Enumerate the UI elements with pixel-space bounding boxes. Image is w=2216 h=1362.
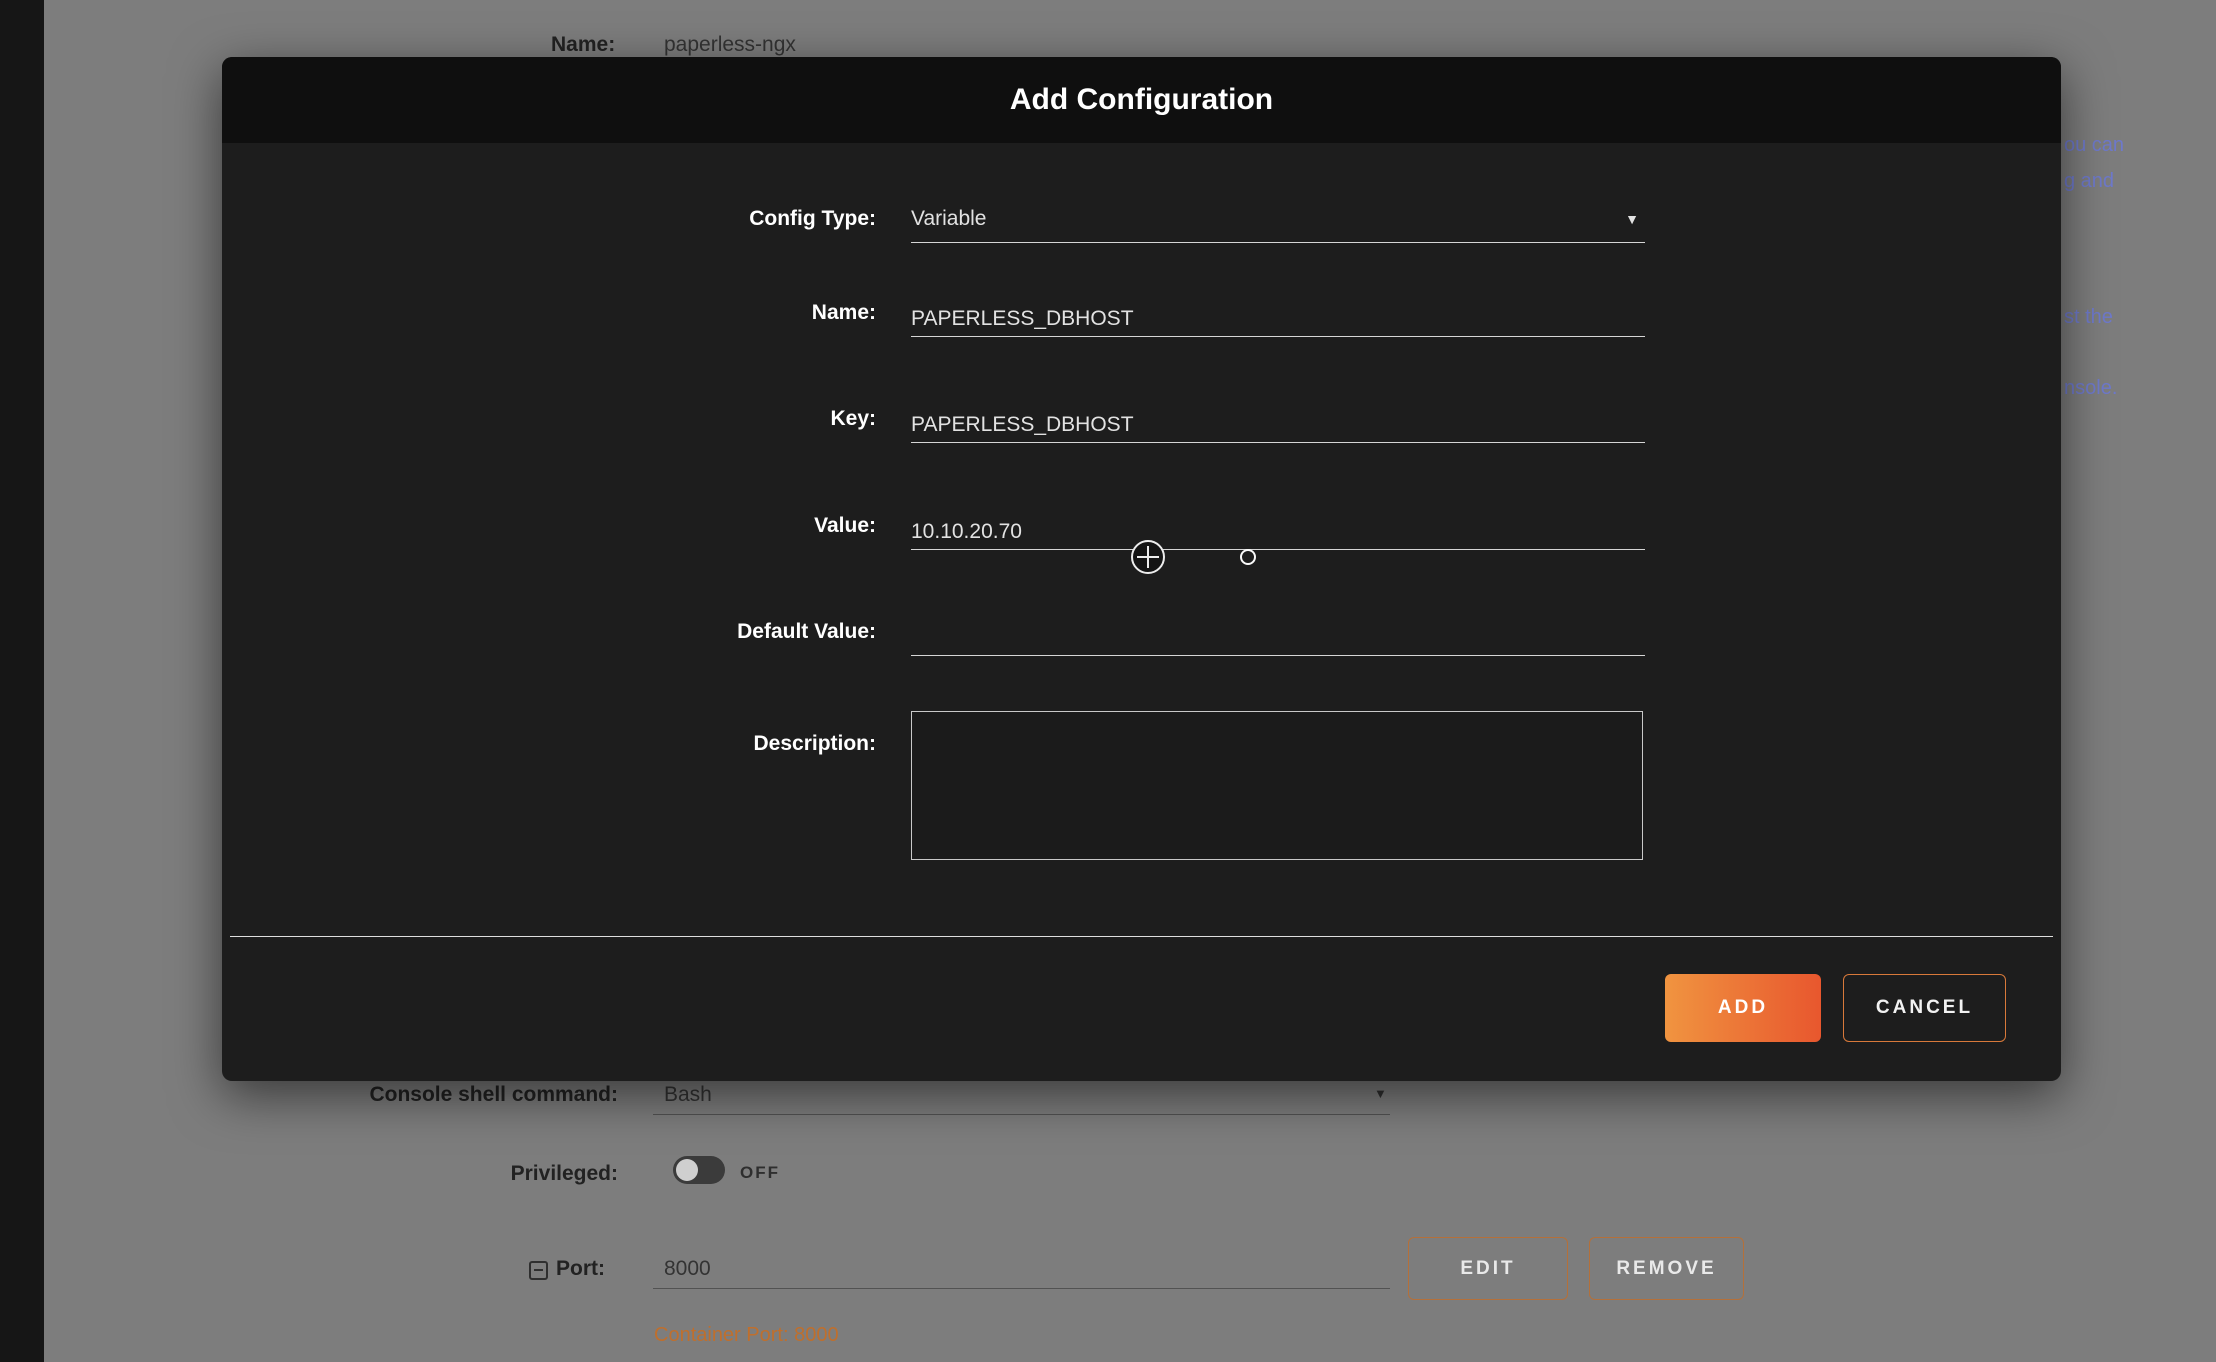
chevron-down-icon: ▼ [1625,211,1639,227]
add-button[interactable]: ADD [1665,974,1821,1042]
pointer-dot-icon [1240,549,1256,565]
footer-divider [230,936,2053,937]
page-left-edge [0,0,44,1362]
container-port-text: Container Port: 8000 [654,1324,839,1347]
dialog-title: Add Configuration [1010,83,1273,117]
bg-help-text-fragment: ou can [2064,134,2124,157]
value-field[interactable] [911,514,1645,550]
key-field[interactable] [911,407,1645,443]
default-value-field[interactable] [911,620,1645,656]
name-label: Name: [222,301,876,325]
port-remove-button[interactable]: REMOVE [1589,1237,1744,1300]
port-underline [653,1288,1390,1289]
privileged-state: OFF [740,1163,780,1183]
console-shell-command-value[interactable]: Bash [664,1083,712,1107]
value-label: Value: [222,514,876,538]
key-label: Key: [222,407,876,431]
bg-help-text-fragment: st the [2064,306,2113,329]
bg-help-text-fragment: nsole. [2064,377,2117,400]
config-type-label: Config Type: [222,207,876,231]
cancel-button[interactable]: CANCEL [1843,974,2006,1042]
port-label: Port: [556,1257,605,1281]
config-type-select[interactable]: Variable ▼ [911,207,1645,243]
bg-name-label: Name: [551,33,615,57]
name-field[interactable] [911,301,1645,337]
chevron-down-icon: ▼ [1374,1086,1387,1101]
console-shell-command-label: Console shell command: [160,1083,618,1107]
privileged-toggle[interactable] [673,1156,725,1184]
config-type-selected-value: Variable [911,207,987,230]
dialog-header: Add Configuration [222,57,2061,143]
bg-help-text-fragment: g and [2064,170,2114,193]
description-field[interactable] [911,711,1643,860]
bg-name-value: paperless-ngx [664,33,796,57]
toggle-knob-icon [676,1159,698,1181]
default-value-label: Default Value: [222,620,876,644]
description-label: Description: [222,732,876,756]
console-shell-underline [653,1114,1390,1115]
port-edit-button[interactable]: EDIT [1408,1237,1568,1300]
collapse-minus-icon[interactable] [529,1261,548,1280]
move-cursor-icon [1131,540,1165,574]
port-value[interactable]: 8000 [664,1257,711,1281]
privileged-label: Privileged: [160,1162,618,1186]
